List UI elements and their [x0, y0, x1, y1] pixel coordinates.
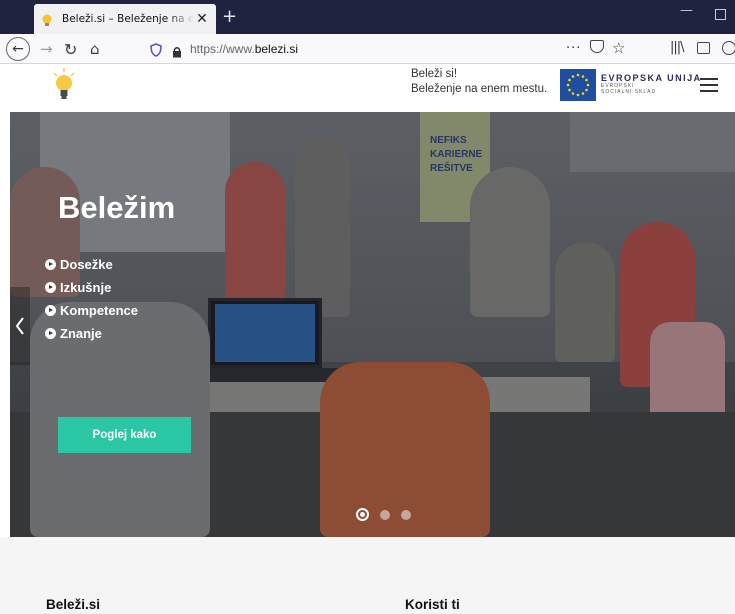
browser-titlebar: Beleži.si – Beleženje na enem mestu ✕ + … — [0, 0, 735, 34]
minimize-icon[interactable]: — — [680, 3, 693, 18]
chevron-left-icon — [15, 317, 24, 335]
address-bar[interactable]: https://www.belezi.si — [150, 37, 630, 61]
slider-dot-active[interactable] — [356, 508, 369, 521]
hero-feature-item: Dosežke — [45, 253, 138, 276]
slider-prev-button[interactable] — [10, 287, 30, 365]
hero-title: Beležim — [58, 190, 176, 225]
hero-feature-item: Znanje — [45, 322, 138, 345]
menu-hamburger-icon[interactable] — [700, 78, 718, 92]
url-text[interactable]: https://www.belezi.si — [190, 42, 298, 56]
content-section — [0, 537, 735, 614]
section-title-belezi: Beleži.si — [46, 597, 101, 612]
eu-flag-icon — [560, 69, 596, 101]
arrow-circle-icon — [45, 305, 56, 316]
hero-feature-item: Izkušnje — [45, 276, 138, 299]
lightbulb-logo-icon[interactable] — [52, 68, 76, 102]
eu-logo-text: EVROPSKA UNIJA EVROPSKI SOCIALNI SKLAD — [601, 73, 702, 95]
slogan-line-1: Beleži si! — [411, 68, 458, 80]
back-button[interactable]: ← — [6, 37, 30, 61]
library-icon[interactable]: |||\ — [670, 40, 684, 55]
arrow-circle-icon — [45, 259, 56, 270]
hero-slider: NEFIKS KARIERNE REŠITVE Beležim Dosežke … — [10, 112, 735, 537]
lock-icon[interactable] — [172, 43, 182, 58]
site-header: Beleži si! Beleženje na enem mestu. EVRO… — [0, 64, 735, 112]
maximize-icon[interactable] — [715, 9, 726, 20]
page-actions-icon[interactable]: ··· — [566, 41, 581, 56]
slider-pagination — [356, 508, 422, 521]
section-title-koristi: Koristi ti — [405, 597, 460, 612]
tab-title: Beleži.si – Beleženje na enem mestu — [62, 13, 194, 25]
arrow-circle-icon — [45, 282, 56, 293]
bookmark-star-icon[interactable]: ☆ — [612, 39, 625, 57]
browser-navbar: ← → ↻ ⌂ https://www.belezi.si ··· ☆ |||\ — [0, 34, 735, 64]
shield-icon[interactable] — [150, 42, 162, 57]
cta-button[interactable]: Poglej kako — [58, 417, 191, 453]
sidebar-icon[interactable] — [697, 42, 710, 54]
slider-dot[interactable] — [401, 509, 411, 520]
browser-tab[interactable]: Beleži.si – Beleženje na enem mestu ✕ — [34, 4, 216, 34]
home-button[interactable]: ⌂ — [90, 38, 100, 60]
slogan-line-2: Beleženje na enem mestu. — [411, 83, 548, 95]
tab-close-icon[interactable]: ✕ — [194, 11, 210, 27]
forward-button[interactable]: → — [40, 38, 53, 60]
new-tab-button[interactable]: + — [222, 6, 237, 27]
slider-dot[interactable] — [380, 509, 390, 520]
reload-button[interactable]: ↻ — [64, 38, 77, 60]
hero-feature-item: Kompetence — [45, 299, 138, 322]
account-icon[interactable] — [722, 41, 735, 55]
hero-feature-list: Dosežke Izkušnje Kompetence Znanje — [45, 253, 138, 345]
lightbulb-favicon-icon — [40, 12, 54, 26]
site-slogan: Beleži si! Beleženje na enem mestu. — [411, 67, 547, 97]
arrow-circle-icon — [45, 328, 56, 339]
